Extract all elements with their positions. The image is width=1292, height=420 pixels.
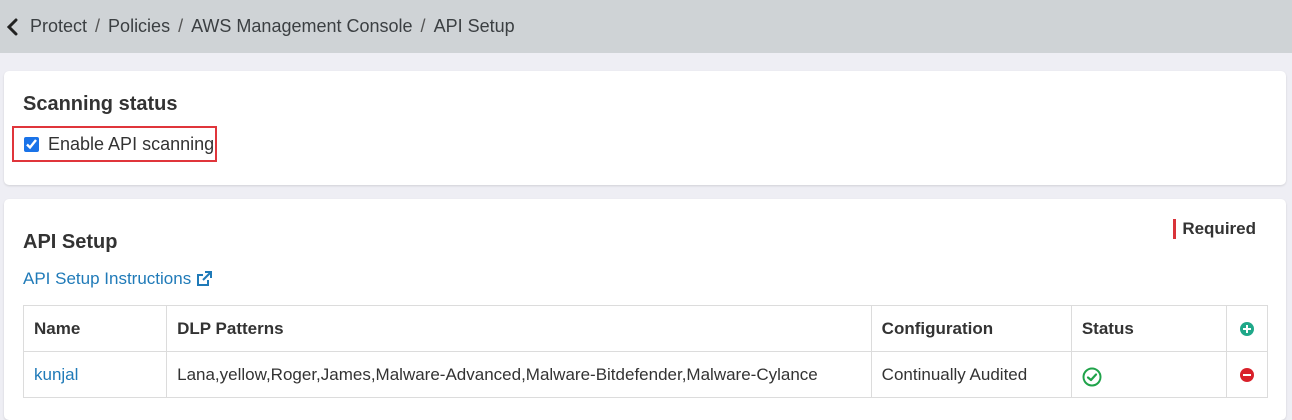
enable-api-scanning-toggle[interactable]: Enable API scanning — [12, 126, 217, 162]
column-header-status: Status — [1070, 305, 1227, 352]
required-indicator: Required — [1173, 219, 1256, 239]
api-setup-instructions-link[interactable]: API Setup Instructions — [23, 269, 213, 289]
column-header-configuration: Configuration — [870, 305, 1072, 352]
scanning-status-card: Scanning status Enable API scanning — [4, 71, 1286, 185]
table-header-row: Name DLP Patterns Configuration Status — [22, 305, 1269, 352]
breadcrumb-api-setup: API Setup — [433, 16, 515, 36]
cell-status — [1070, 351, 1227, 398]
api-setup-table: Name DLP Patterns Configuration Status k… — [22, 305, 1269, 398]
cell-dlp-patterns: Lana,yellow,Roger,James,Malware-Advanced… — [166, 351, 872, 398]
breadcrumb-separator: / — [95, 16, 101, 36]
add-row-cell — [1225, 305, 1269, 352]
breadcrumb: Protect / Policies / AWS Management Cons… — [0, 0, 1292, 53]
breadcrumb-aws-management-console[interactable]: AWS Management Console — [191, 16, 412, 37]
scanning-status-title: Scanning status — [23, 93, 178, 115]
breadcrumb-separator: / — [178, 16, 184, 36]
table-row: kunjal Lana,yellow,Roger,James,Malware-A… — [22, 351, 1269, 398]
minus-circle-icon[interactable] — [1239, 367, 1255, 383]
cell-name: kunjal — [22, 351, 168, 398]
check-circle-icon — [1082, 367, 1102, 387]
external-link-icon[interactable] — [195, 270, 213, 288]
column-header-name: Name — [22, 305, 168, 352]
enable-api-scanning-checkbox[interactable] — [24, 136, 39, 152]
api-setup-title: API Setup — [23, 231, 118, 253]
api-setup-instructions-label[interactable]: API Setup Instructions — [23, 269, 191, 289]
plus-circle-icon[interactable] — [1239, 321, 1255, 337]
enable-api-scanning-label: Enable API scanning — [48, 133, 215, 154]
breadcrumb-separator: / — [420, 16, 426, 36]
breadcrumb-policies[interactable]: Policies — [108, 16, 170, 37]
remove-row-cell — [1225, 351, 1269, 398]
breadcrumb-protect[interactable]: Protect — [30, 16, 87, 37]
chevron-left-icon[interactable] — [6, 17, 20, 37]
api-setup-card: Required API Setup API Setup Instruction… — [4, 199, 1286, 420]
column-header-dlp-patterns: DLP Patterns — [166, 305, 872, 352]
cell-configuration: Continually Audited — [870, 351, 1072, 398]
row-name-link[interactable]: kunjal — [34, 365, 78, 384]
